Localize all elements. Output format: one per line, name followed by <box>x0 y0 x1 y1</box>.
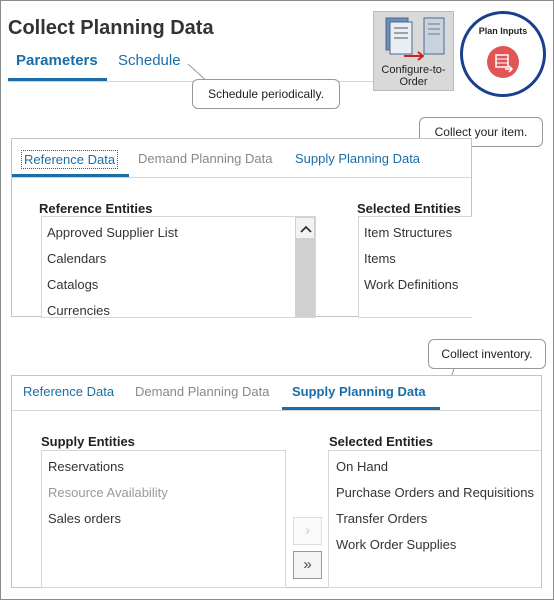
tab-schedule[interactable]: Schedule <box>118 52 181 69</box>
supply-planning-panel: Reference Data Demand Planning Data Supp… <box>11 375 542 588</box>
schedule-callout: Schedule periodically. <box>192 79 340 109</box>
list-item[interactable]: Purchase Orders and Requisitions <box>336 485 534 500</box>
tab-supply-planning-data[interactable]: Supply Planning Data <box>295 151 420 166</box>
plan-inputs-label: Plan Inputs <box>478 26 528 36</box>
move-selected-button[interactable]: › <box>293 517 322 545</box>
list-item[interactable]: Catalogs <box>47 277 98 292</box>
list-item[interactable]: Reservations <box>48 459 124 474</box>
selected-entities-list: Item Structures Items Work Definitions <box>358 216 472 318</box>
tab-reference-data[interactable]: Reference Data <box>21 150 119 169</box>
tab-supply-planning-data[interactable]: Supply Planning Data <box>292 384 426 399</box>
scrollbar[interactable] <box>295 217 315 317</box>
list-item[interactable]: Currencies <box>47 303 110 318</box>
reference-data-panel: Reference Data Demand Planning Data Supp… <box>11 138 472 318</box>
selected-entities-header: Selected Entities <box>329 434 434 449</box>
reference-entities-list: Approved Supplier List Calendars Catalog… <box>41 216 316 318</box>
tab-reference-data[interactable]: Reference Data <box>23 384 114 399</box>
list-item[interactable]: On Hand <box>336 459 388 474</box>
supply-entities-list: Reservations Resource Availability Sales… <box>41 450 286 588</box>
plan-inputs-badge-icon <box>487 46 519 78</box>
chevron-up-icon <box>300 225 312 233</box>
list-item[interactable]: Transfer Orders <box>336 511 427 526</box>
table-arrow-icon <box>495 54 514 73</box>
move-all-button[interactable]: » <box>293 551 322 579</box>
list-item[interactable]: Resource Availability <box>48 485 168 500</box>
supply-entities-header: Supply Entities <box>41 434 135 449</box>
tab-demand-planning-data[interactable]: Demand Planning Data <box>138 151 272 166</box>
documents-icon <box>385 17 445 61</box>
list-item[interactable]: Item Structures <box>364 225 452 240</box>
selected-entities-header: Selected Entities <box>357 201 462 216</box>
tab-divider <box>12 410 541 411</box>
tab-demand-planning-data[interactable]: Demand Planning Data <box>135 384 269 399</box>
inventory-callout: Collect inventory. <box>428 339 546 369</box>
tab-parameters[interactable]: Parameters <box>16 52 98 69</box>
configure-to-order-label: Configure-to-Order <box>381 64 446 88</box>
tab-divider <box>12 177 471 178</box>
list-item[interactable]: Work Definitions <box>364 277 458 292</box>
list-item[interactable]: Work Order Supplies <box>336 537 456 552</box>
list-item[interactable]: Calendars <box>47 251 106 266</box>
list-item[interactable]: Sales orders <box>48 511 121 526</box>
list-item[interactable]: Approved Supplier List <box>47 225 178 240</box>
list-item[interactable]: Items <box>364 251 396 266</box>
selected-entities-list: On Hand Purchase Orders and Requisitions… <box>328 450 541 588</box>
scroll-up-button[interactable] <box>295 217 315 239</box>
page-title: Collect Planning Data <box>8 17 214 39</box>
reference-entities-header: Reference Entities <box>39 201 153 216</box>
